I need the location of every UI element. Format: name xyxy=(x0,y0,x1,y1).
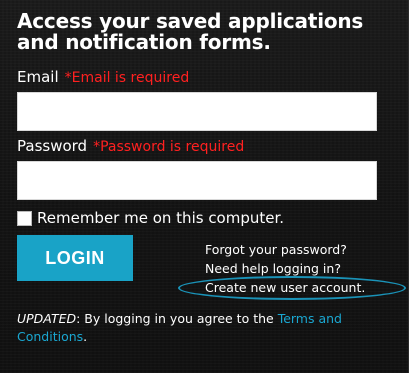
help-links: Forgot your password? Need help logging … xyxy=(205,240,365,297)
remember-me-label[interactable]: Remember me on this computer. xyxy=(37,208,284,228)
password-input[interactable] xyxy=(17,161,377,200)
password-required-error: *Password is required xyxy=(93,139,245,155)
email-label-text: Email xyxy=(17,68,59,86)
terms-notice-end: . xyxy=(83,329,88,344)
create-account-link[interactable]: Create new user account. xyxy=(205,278,365,297)
updated-label: UPDATED xyxy=(17,311,77,326)
email-required-error: *Email is required xyxy=(64,70,190,86)
email-label: Email *Email is required xyxy=(17,68,189,87)
page-title: Access your saved applications and notif… xyxy=(17,9,364,54)
remember-me-checkbox[interactable] xyxy=(17,210,32,226)
remember-me-row: Remember me on this computer. xyxy=(17,208,284,228)
email-input[interactable] xyxy=(17,92,377,131)
password-label-text: Password xyxy=(17,137,88,155)
password-label: Password *Password is required xyxy=(17,137,244,156)
login-panel: Access your saved applications and notif… xyxy=(0,0,409,373)
terms-notice: UPDATED: By logging in you agree to the … xyxy=(17,310,397,346)
help-logging-in-link[interactable]: Need help logging in? xyxy=(205,259,365,278)
terms-notice-text: : By logging in you agree to the xyxy=(76,311,278,326)
forgot-password-link[interactable]: Forgot your password? xyxy=(205,240,365,259)
login-button[interactable]: LOGIN xyxy=(17,235,133,281)
